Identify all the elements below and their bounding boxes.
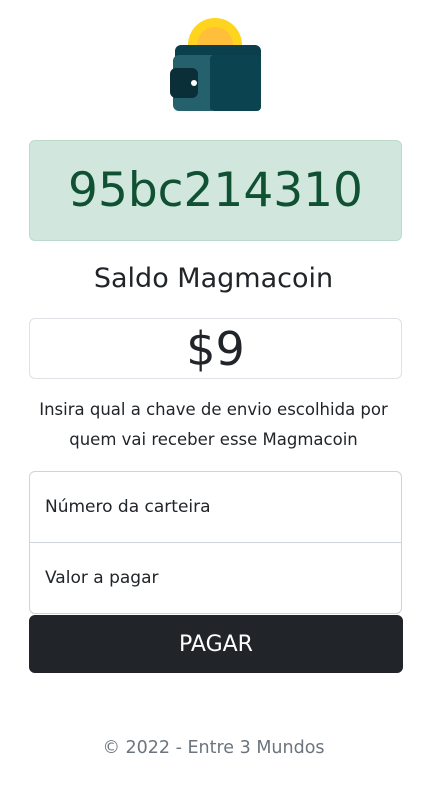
wallet-id: 95bc214310 <box>68 163 363 218</box>
wallet-number-input[interactable] <box>29 471 402 543</box>
page: 95bc214310 Saldo Magmacoin $9 Insira qua… <box>0 0 427 789</box>
instructions-text: Insira qual a chave de envio escolhida p… <box>39 400 388 449</box>
balance-title: Saldo Magmacoin <box>93 263 334 294</box>
balance-box: $9 <box>29 318 402 379</box>
wallet-logo <box>170 18 264 112</box>
footer-copyright: © 2022 - Entre 3 Mundos <box>102 738 325 758</box>
balance-value: $9 <box>186 321 245 376</box>
wallet-id-alert: 95bc214310 <box>29 140 402 241</box>
wallet-with-coin-icon <box>170 18 261 111</box>
pay-button[interactable]: PAGAR <box>29 615 403 673</box>
amount-input[interactable] <box>29 542 402 614</box>
